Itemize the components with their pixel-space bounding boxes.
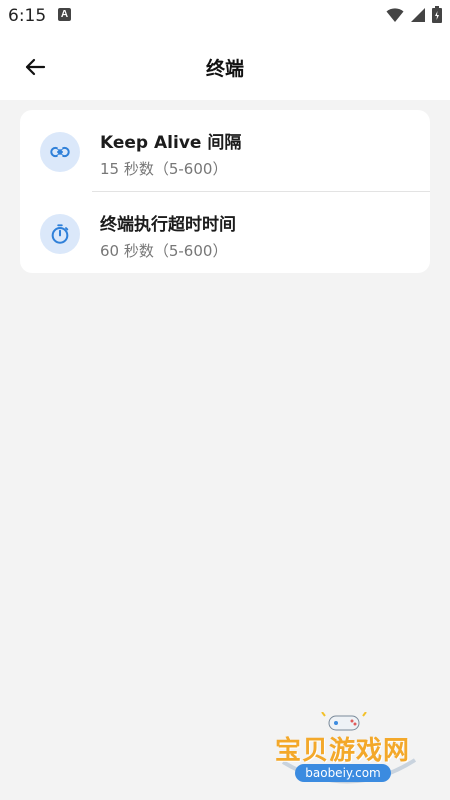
- settings-card: Keep Alive 间隔 15 秒数（5-600） 终端执行超时时间 60 秒…: [20, 110, 430, 273]
- setting-subtitle: 15 秒数（5-600）: [100, 160, 228, 178]
- status-icons: [386, 6, 442, 23]
- setting-terminal-timeout[interactable]: 终端执行超时时间 60 秒数（5-600）: [20, 192, 430, 272]
- link-icon-container: [40, 132, 80, 172]
- setting-subtitle: 60 秒数（5-600）: [100, 242, 228, 260]
- timer-icon: [51, 224, 69, 244]
- setting-title: Keep Alive 间隔: [100, 133, 242, 153]
- status-time: 6:15: [8, 6, 47, 26]
- signal-icon: [411, 7, 425, 22]
- timer-icon-container: [40, 214, 80, 254]
- watermark-logo: 宝贝游戏网 baobeiy.com: [275, 712, 425, 792]
- wifi-icon: [386, 7, 404, 22]
- app-bar: 终端: [0, 32, 450, 100]
- battery-icon: [432, 6, 442, 23]
- setting-title: 终端执行超时时间: [100, 215, 236, 235]
- watermark-domain: baobeiy.com: [295, 764, 391, 782]
- page-title: 终端: [205, 58, 244, 80]
- status-bar: 6:15 A: [0, 0, 450, 32]
- setting-keep-alive-interval[interactable]: Keep Alive 间隔 15 秒数（5-600）: [20, 110, 430, 190]
- watermark-name: 宝贝游戏网: [275, 736, 411, 766]
- a-icon: A: [58, 8, 71, 21]
- link-icon: [50, 146, 70, 158]
